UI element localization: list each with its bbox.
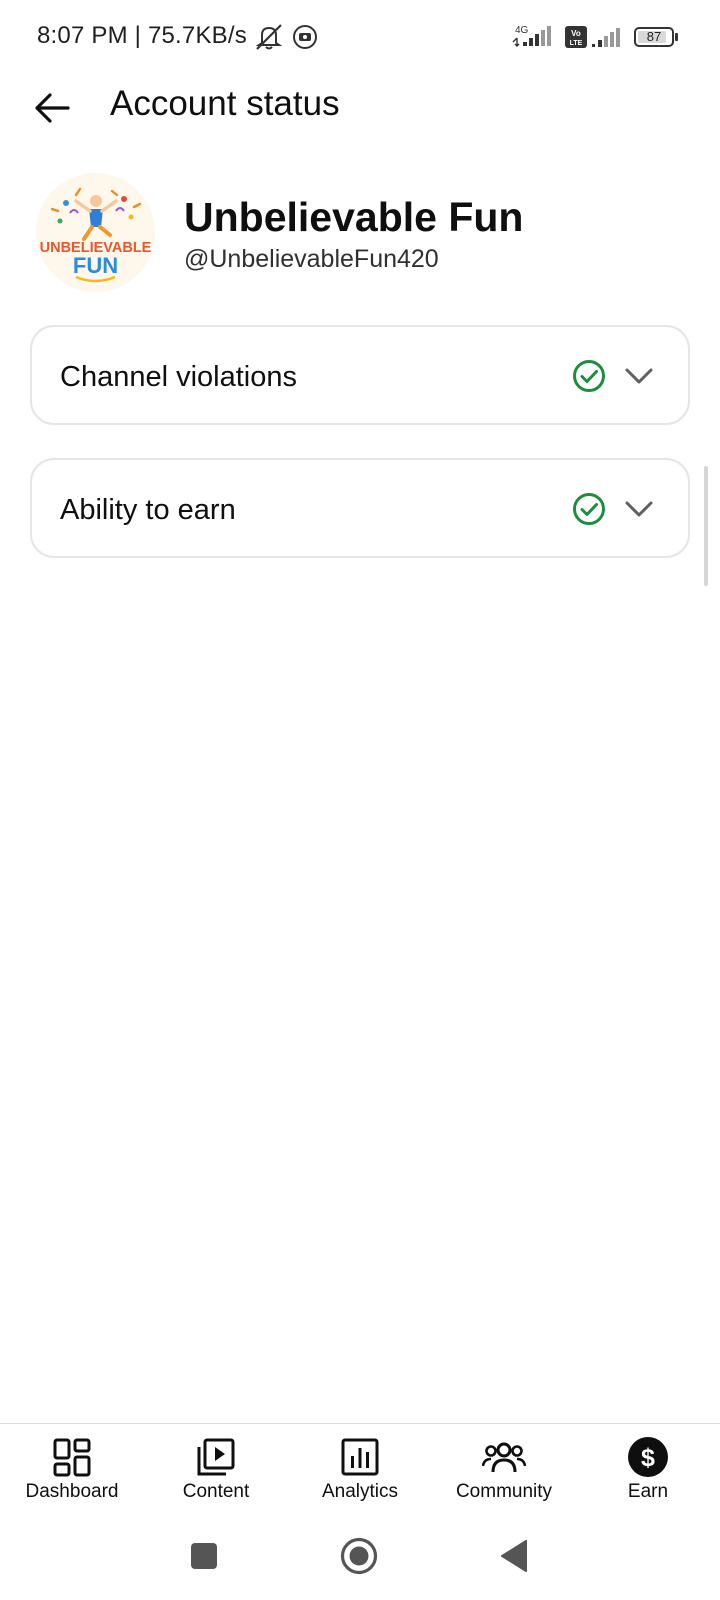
back-arrow-icon (35, 93, 70, 123)
nav-item-dashboard[interactable]: Dashboard (0, 1424, 144, 1524)
home-button[interactable] (340, 1537, 378, 1580)
chevron-down-icon[interactable] (624, 494, 654, 529)
nav-item-community[interactable]: Community (432, 1424, 576, 1524)
channel-handle: @UnbelievableFun420 (184, 245, 439, 273)
nav-item-content[interactable]: Content (144, 1424, 288, 1524)
nav-label: Earn (627, 1481, 669, 1502)
dashboard-icon (50, 1436, 94, 1480)
home-circle-icon (340, 1537, 378, 1575)
volte-icon: Vo LTE (565, 26, 587, 53)
back-button[interactable] (26, 82, 78, 134)
battery-level: 87 (646, 29, 662, 44)
recents-button[interactable] (190, 1542, 218, 1575)
svg-text:Vo: Vo (571, 29, 581, 38)
card-label: Channel violations (60, 361, 297, 393)
community-icon (481, 1436, 527, 1480)
channel-violations-card[interactable]: Channel violations (30, 325, 690, 425)
signal-strength-icon (590, 26, 626, 53)
avatar: UNBELIEVABLE FUN (36, 173, 155, 292)
ability-to-earn-card[interactable]: Ability to earn (30, 458, 690, 558)
nav-label: Community (455, 1481, 553, 1502)
status-bar: 8:07 PM | 75.7KB/s 4G Vo LTE 87 (0, 0, 720, 72)
analytics-icon (338, 1436, 382, 1480)
back-triangle-icon (501, 1540, 527, 1572)
content-icon (194, 1436, 238, 1480)
app-bar: Account status (0, 72, 720, 160)
system-nav-bar (0, 1523, 720, 1600)
nav-label: Dashboard (25, 1481, 119, 1502)
scrollbar[interactable] (704, 466, 708, 586)
network-label: 4G (515, 25, 529, 36)
record-icon (292, 24, 318, 55)
signal-4g-icon: 4G (511, 24, 561, 53)
channel-name: Unbelievable Fun (184, 194, 524, 240)
system-back-button[interactable] (500, 1540, 528, 1577)
nav-item-analytics[interactable]: Analytics (288, 1424, 432, 1524)
nav-label: Analytics (321, 1481, 399, 1502)
channel-header: UNBELIEVABLE FUN Unbelievable Fun @Unbel… (0, 168, 720, 298)
svg-text:$: $ (641, 1444, 655, 1472)
bottom-nav: Dashboard Content Analytics Community $ … (0, 1423, 720, 1523)
nav-item-earn[interactable]: $ Earn (576, 1424, 720, 1524)
card-label: Ability to earn (60, 494, 236, 526)
square-icon (191, 1543, 217, 1569)
muted-bell-icon (252, 23, 286, 56)
svg-text:LTE: LTE (570, 40, 583, 47)
check-circle-icon (572, 492, 606, 531)
page-title: Account status (110, 84, 340, 123)
nav-label: Content (182, 1481, 250, 1502)
status-time-speed: 8:07 PM | 75.7KB/s (37, 22, 247, 49)
earn-icon: $ (626, 1436, 670, 1480)
chevron-down-icon[interactable] (624, 361, 654, 396)
check-circle-icon (572, 359, 606, 398)
avatar-text-bottom: FUN (73, 253, 118, 278)
